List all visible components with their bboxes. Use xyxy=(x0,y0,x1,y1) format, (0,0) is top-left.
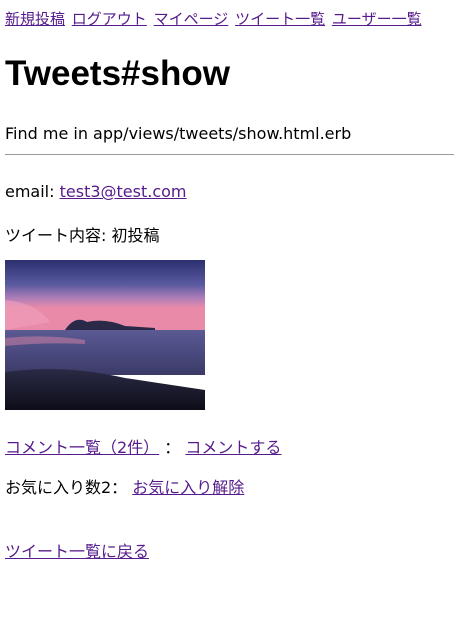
logout-link[interactable]: ログアウト xyxy=(72,10,147,28)
page-title: Tweets#show xyxy=(5,54,230,93)
comment-separator: ： xyxy=(164,438,181,457)
favorite-count-label: お気に入り数2： xyxy=(5,478,128,497)
back-to-tweets-link[interactable]: ツイート一覧に戻る xyxy=(5,542,149,561)
comment-create-link[interactable]: コメントする xyxy=(185,438,281,457)
favorite-row: お気に入り数2： お気に入り解除 xyxy=(5,474,244,498)
email-link[interactable]: test3@test.com xyxy=(60,182,187,201)
mypage-link[interactable]: マイページ xyxy=(154,10,229,28)
tweet-content-text: 初投稿 xyxy=(111,226,160,245)
tweet-list-link[interactable]: ツイート一覧 xyxy=(235,10,325,28)
user-list-link[interactable]: ユーザー一覧 xyxy=(332,10,422,28)
top-nav: 新規投稿 ログアウト マイページ ツイート一覧 ユーザー一覧 xyxy=(5,8,424,29)
tweet-content-label: ツイート内容: xyxy=(5,226,107,245)
new-post-link[interactable]: 新規投稿 xyxy=(5,10,65,28)
view-path-text: Find me in app/views/tweets/show.html.er… xyxy=(5,124,352,143)
email-label: email: xyxy=(5,182,55,201)
email-row: email: test3@test.com xyxy=(5,182,187,201)
divider xyxy=(5,154,454,155)
comment-list-link[interactable]: コメント一覧（2件） xyxy=(5,438,159,457)
back-row: ツイート一覧に戻る xyxy=(5,538,149,562)
unfavorite-link[interactable]: お気に入り解除 xyxy=(132,478,244,497)
tweet-content-row: ツイート内容: 初投稿 xyxy=(5,222,160,246)
tweet-image xyxy=(5,260,205,410)
comment-row: コメント一覧（2件） ： コメントする xyxy=(5,434,281,458)
